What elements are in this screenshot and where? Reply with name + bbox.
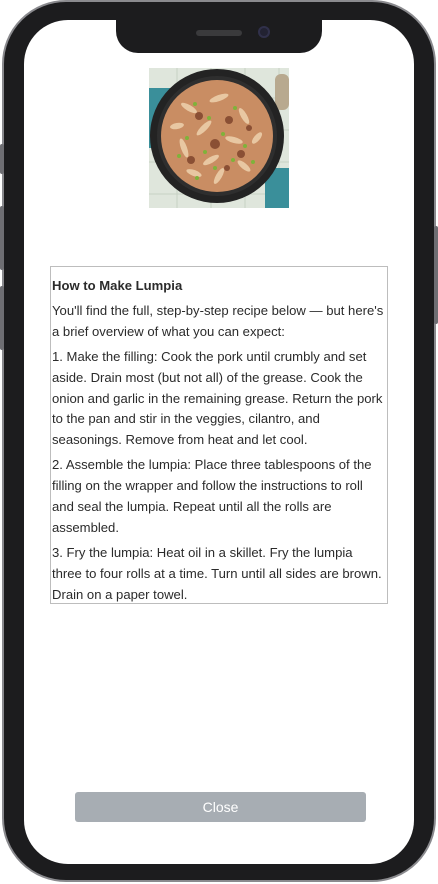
recipe-step-1: 1. Make the filling: Cook the pork until… [52, 348, 383, 448]
front-camera-icon [258, 26, 270, 38]
app-screen: How to Make Lumpia You'll find the full,… [24, 20, 414, 864]
recipe-intro: You'll find the full, step-by-step recip… [52, 302, 384, 339]
recipe-step-3: 3. Fry the lumpia: Heat oil in a skillet… [52, 544, 382, 602]
recipe-image [149, 68, 289, 208]
volume-up-button [0, 206, 4, 270]
recipe-step-2: 2. Assemble the lumpia: Place three tabl… [52, 457, 372, 535]
mute-switch [0, 144, 4, 174]
recipe-heading: How to Make Lumpia [52, 278, 183, 293]
recipe-overview-box: How to Make Lumpia You'll find the full,… [50, 266, 388, 604]
power-button [434, 226, 438, 324]
speaker-grille [196, 30, 242, 36]
notch [116, 20, 322, 53]
volume-down-button [0, 286, 4, 350]
close-button[interactable]: Close [75, 792, 366, 822]
